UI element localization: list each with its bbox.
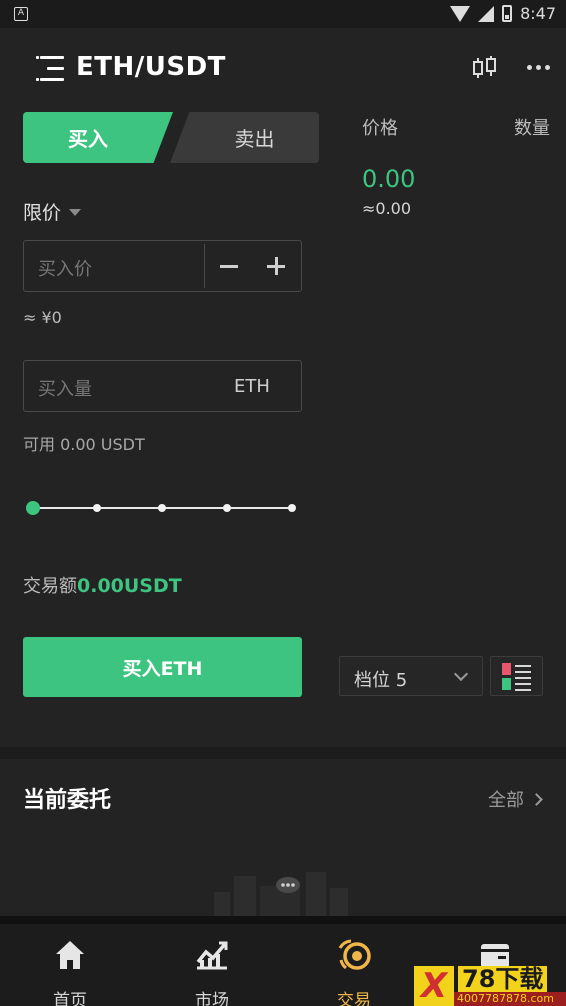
- price-field[interactable]: 买入价: [23, 240, 302, 292]
- watermark-brand: 78下载: [458, 966, 548, 992]
- empty-orders-icon: [214, 872, 348, 918]
- watermark-site: 4007787878.com: [454, 992, 566, 1006]
- slider-knob[interactable]: [26, 501, 40, 515]
- chevron-right-icon: [530, 792, 543, 806]
- divider: [204, 244, 205, 288]
- tab-buy[interactable]: 买入: [23, 112, 173, 163]
- layout-line: [515, 683, 531, 685]
- slider-step-100[interactable]: [288, 504, 296, 512]
- buy-eth-button[interactable]: 买入ETH: [23, 637, 302, 697]
- layout-line: [515, 671, 531, 673]
- volume-value: 0.00USDT: [77, 575, 182, 597]
- current-orders-title: 当前委托: [23, 788, 112, 813]
- trade-icon: [338, 939, 371, 970]
- wifi-icon: [450, 5, 471, 22]
- amount-input[interactable]: 买入量: [38, 375, 92, 401]
- layout-line: [515, 677, 531, 679]
- market-chart-icon: [196, 941, 228, 970]
- menu-icon[interactable]: [36, 56, 64, 82]
- slider-step-50[interactable]: [158, 504, 166, 512]
- order-type-label: 限价: [23, 202, 62, 224]
- available-balance: 可用 0.00 USDT: [23, 435, 145, 454]
- more-icon[interactable]: [527, 65, 553, 71]
- plus-icon[interactable]: [267, 257, 285, 275]
- status-bar: A 8:47: [0, 0, 566, 28]
- nav-home[interactable]: 首页: [30, 938, 110, 1006]
- nav-home-label: 首页: [53, 991, 87, 1006]
- all-orders-label: 全部: [488, 790, 524, 811]
- amount-field[interactable]: 买入量 ETH: [23, 360, 302, 412]
- home-icon: [56, 941, 84, 969]
- amount-slider[interactable]: [26, 500, 296, 518]
- orderbook-layout-icon[interactable]: [490, 656, 543, 696]
- caret-down-icon: [69, 209, 82, 216]
- header: ETH/USDT: [0, 40, 566, 96]
- nav-market[interactable]: 市场: [172, 938, 252, 1006]
- depth-label: 档位 5: [354, 670, 408, 691]
- nav-trade[interactable]: 交易: [314, 938, 394, 1006]
- minus-icon[interactable]: [220, 265, 238, 268]
- slider-step-75[interactable]: [223, 504, 231, 512]
- watermark-logo: X 78下载 4007787878.com: [414, 966, 566, 1006]
- orderbook-price-header: 价格: [362, 118, 398, 139]
- orderbook-quantity-header: 数量: [514, 118, 550, 139]
- status-icons: 8:47: [450, 4, 556, 23]
- price-input[interactable]: 买入价: [38, 255, 92, 281]
- tab-sell[interactable]: 卖出: [170, 112, 319, 163]
- signal-icon: [478, 5, 495, 22]
- trade-volume: 交易额0.00USDT: [23, 572, 182, 598]
- status-time: 8:47: [520, 4, 556, 23]
- layout-buy-block: [502, 678, 511, 690]
- chevron-down-icon: [453, 666, 469, 682]
- nav-market-label: 市场: [195, 991, 229, 1006]
- watermark-x: X: [414, 966, 454, 1006]
- price-approx-cny: ≈ ¥0: [23, 308, 62, 327]
- layout-line: [515, 665, 531, 667]
- battery-icon: [502, 5, 513, 22]
- layout-sell-block: [502, 663, 511, 675]
- layout-line: [515, 689, 531, 691]
- all-orders-link[interactable]: 全部: [488, 786, 543, 812]
- a-icon: A: [14, 7, 28, 21]
- order-type-select[interactable]: 限价: [23, 198, 82, 225]
- section-separator: [0, 747, 566, 759]
- depth-select[interactable]: 档位 5: [339, 656, 483, 696]
- page-title[interactable]: ETH/USDT: [76, 52, 226, 82]
- kline-compare-icon[interactable]: [472, 56, 498, 80]
- last-price-cny: ≈0.00: [362, 199, 412, 218]
- volume-label: 交易额: [23, 576, 77, 597]
- slider-step-25[interactable]: [93, 504, 101, 512]
- last-price: 0.00: [362, 165, 416, 193]
- amount-unit: ETH: [234, 376, 270, 397]
- nav-trade-label: 交易: [337, 991, 371, 1006]
